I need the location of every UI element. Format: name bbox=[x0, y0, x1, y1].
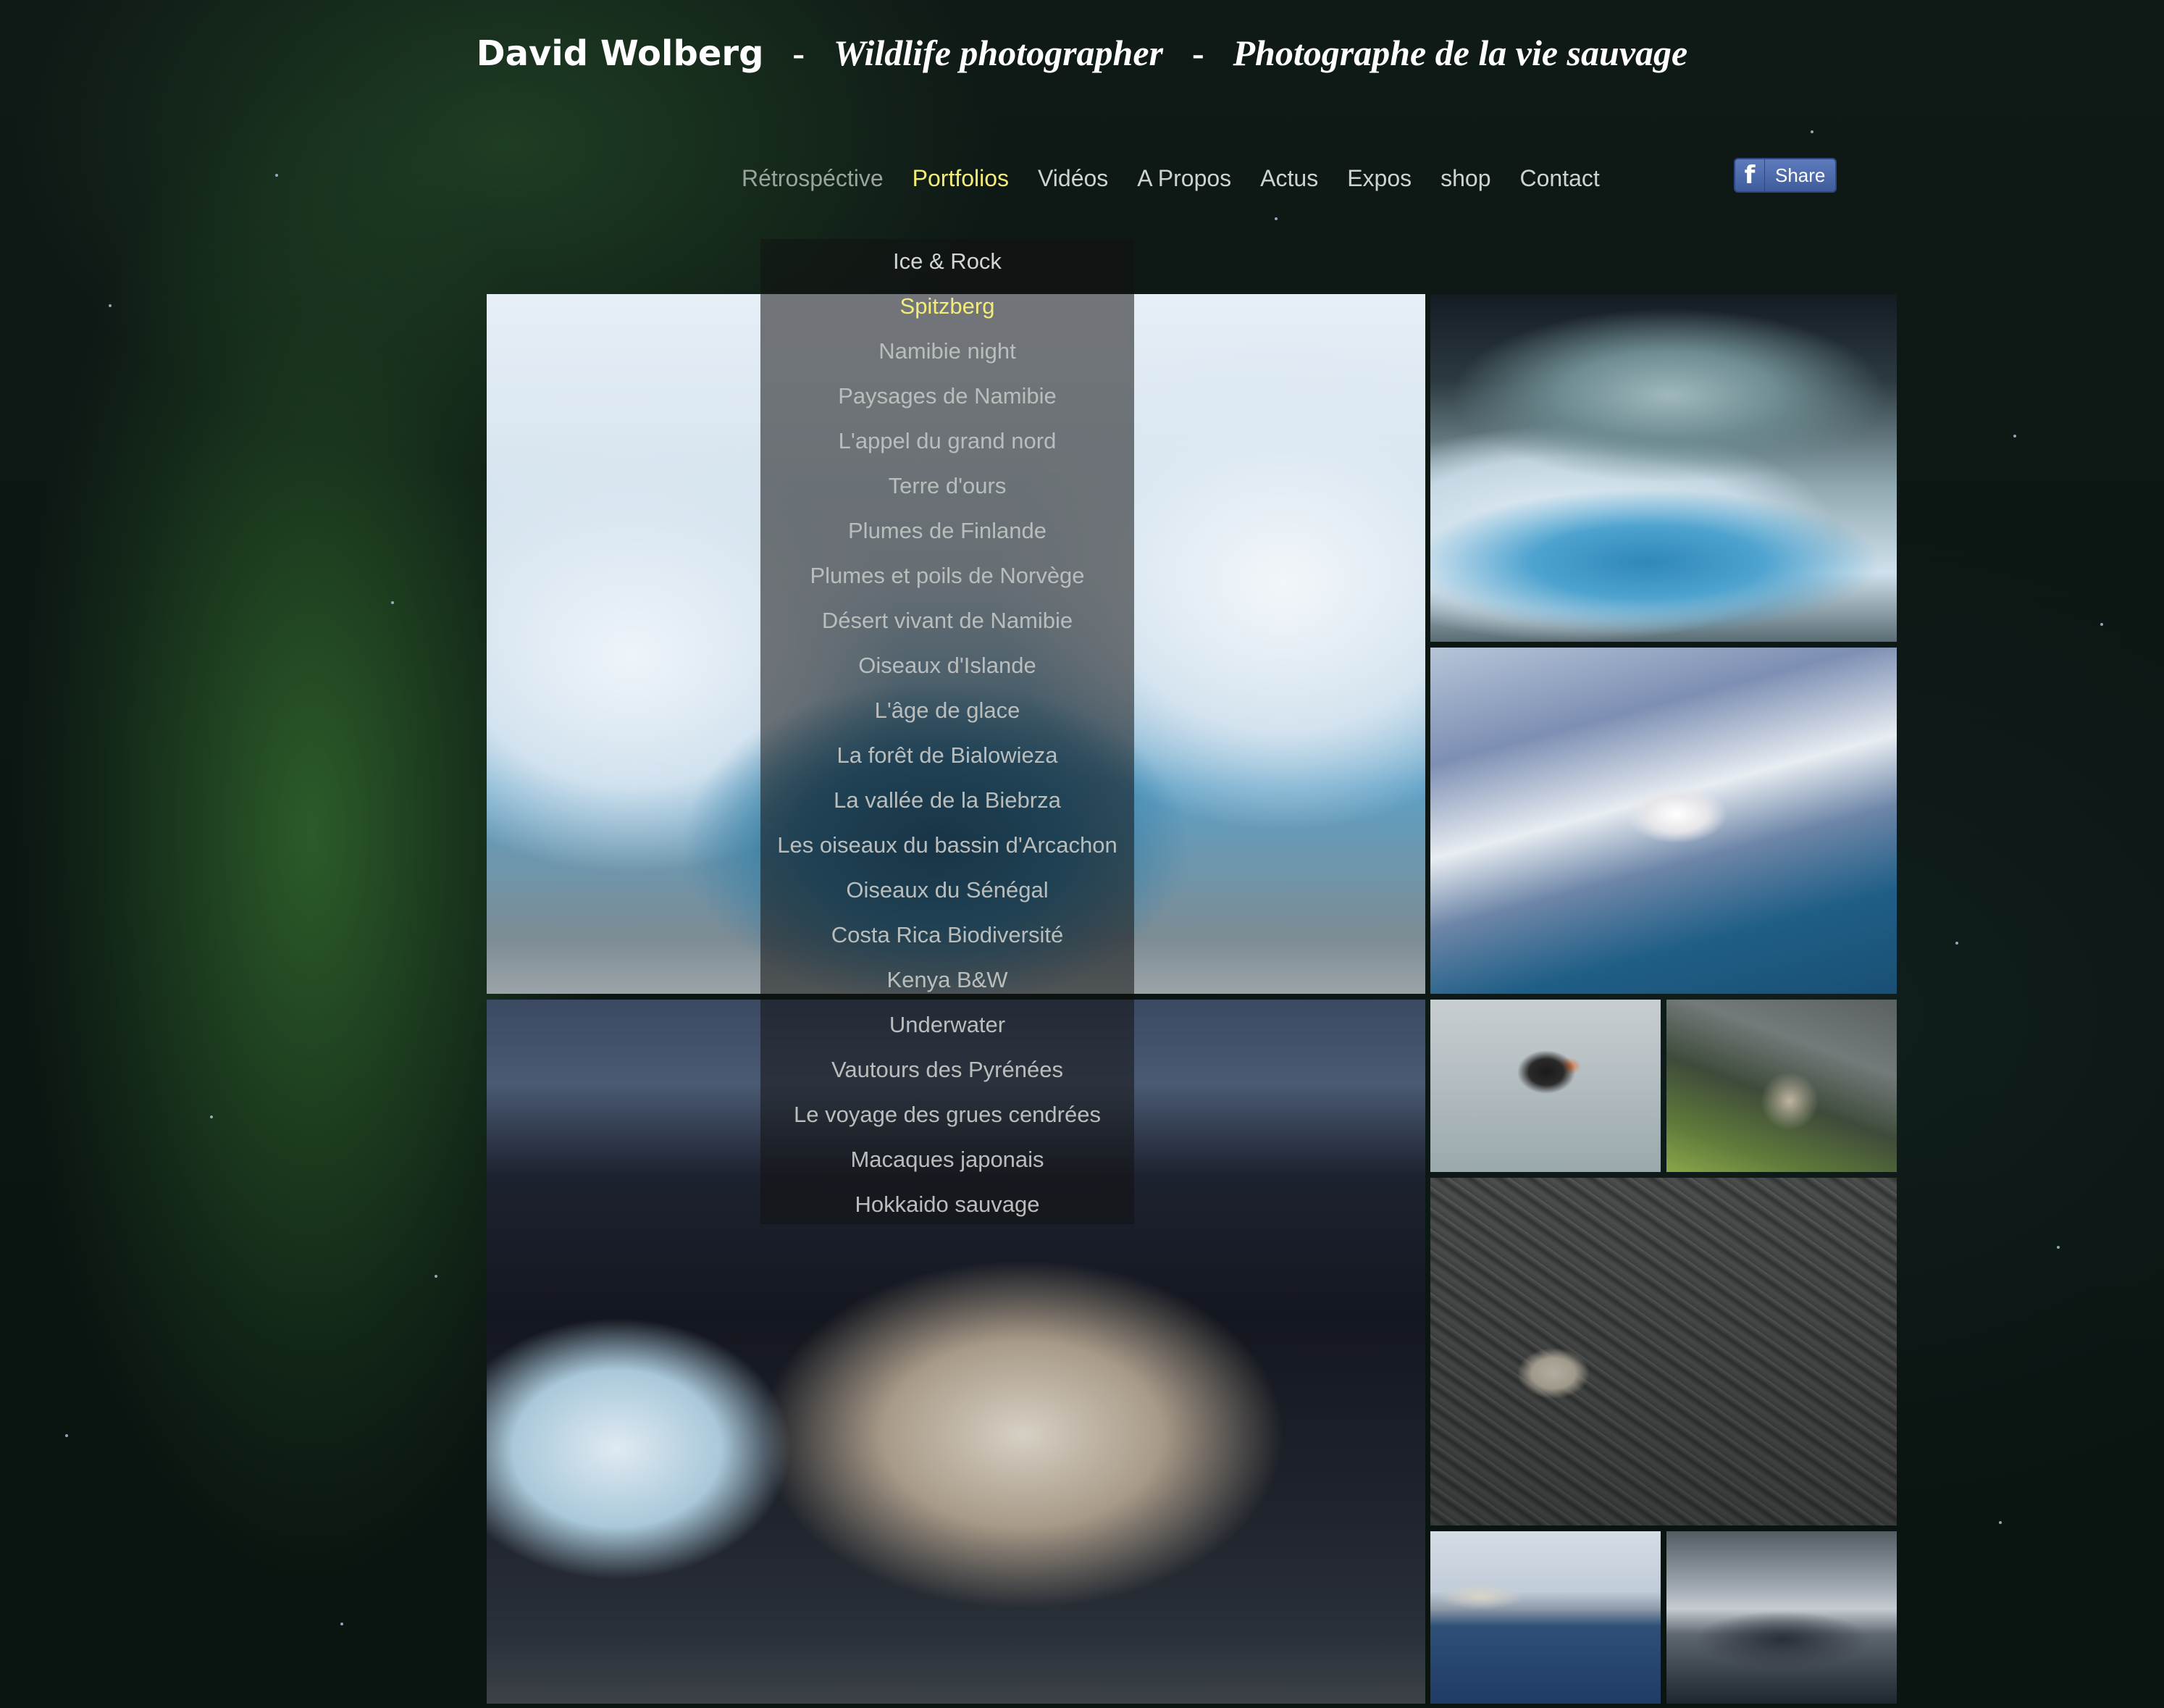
photo-puffin[interactable] bbox=[1430, 1000, 1661, 1172]
nav-item-videos[interactable]: Vidéos bbox=[1023, 165, 1123, 192]
nav-item-retrospective[interactable]: Rétrospéctive bbox=[727, 165, 898, 192]
photo-arctic-fox[interactable] bbox=[1666, 1000, 1897, 1172]
nav-item-expos[interactable]: Expos bbox=[1333, 165, 1426, 192]
menu-item-ice-rock[interactable]: Ice & Rock bbox=[760, 239, 1134, 284]
nav-item-shop[interactable]: shop bbox=[1426, 165, 1505, 192]
photo-polar-bear[interactable] bbox=[1430, 1178, 1897, 1525]
photo-blue-iceberg[interactable] bbox=[1430, 294, 1897, 642]
nav-item-actus[interactable]: Actus bbox=[1246, 165, 1333, 192]
menu-item-terre-ours[interactable]: Terre d'ours bbox=[760, 464, 1134, 508]
facebook-icon: f bbox=[1735, 159, 1765, 191]
menu-item-costa-rica[interactable]: Costa Rica Biodiversité bbox=[760, 913, 1134, 958]
photo-fulmar-flight[interactable] bbox=[1430, 1531, 1661, 1704]
menu-item-oiseaux-arcachon[interactable]: Les oiseaux du bassin d'Arcachon bbox=[760, 823, 1134, 868]
menu-item-hokkaido-sauvage[interactable]: Hokkaido sauvage bbox=[760, 1182, 1134, 1227]
menu-item-namibie-night[interactable]: Namibie night bbox=[760, 329, 1134, 374]
menu-item-oiseaux-senegal[interactable]: Oiseaux du Sénégal bbox=[760, 868, 1134, 913]
menu-item-grues-cendrees[interactable]: Le voyage des grues cendrées bbox=[760, 1092, 1134, 1137]
photographer-name: David Wolberg bbox=[476, 33, 764, 74]
share-label: Share bbox=[1775, 164, 1826, 186]
title-separator: - bbox=[792, 33, 805, 73]
menu-item-kenya-bw[interactable]: Kenya B&W bbox=[760, 958, 1134, 1002]
main-nav: Rétrospéctive Portfolios Vidéos A Propos… bbox=[727, 165, 1614, 192]
menu-item-appel-grand-nord[interactable]: L'appel du grand nord bbox=[760, 419, 1134, 464]
photo-stormy-island[interactable] bbox=[1666, 1531, 1897, 1704]
portfolios-dropdown-menu: Ice & Rock Spitzberg Namibie night Paysa… bbox=[760, 239, 1134, 1224]
menu-item-desert-vivant-namibie[interactable]: Désert vivant de Namibie bbox=[760, 598, 1134, 643]
site-title: David Wolberg - Wildlife photographer - … bbox=[0, 32, 2164, 74]
menu-item-plumes-finlande[interactable]: Plumes de Finlande bbox=[760, 508, 1134, 553]
title-separator: - bbox=[1191, 33, 1204, 73]
menu-item-macaques-japonais[interactable]: Macaques japonais bbox=[760, 1137, 1134, 1182]
facebook-share-button[interactable]: f Share bbox=[1734, 158, 1837, 193]
menu-item-vautours-pyrenees[interactable]: Vautours des Pyrénées bbox=[760, 1047, 1134, 1092]
nav-item-a-propos[interactable]: A Propos bbox=[1123, 165, 1246, 192]
nav-item-contact[interactable]: Contact bbox=[1506, 165, 1614, 192]
photo-arctic-tern[interactable] bbox=[1430, 648, 1897, 994]
menu-item-age-glace[interactable]: L'âge de glace bbox=[760, 688, 1134, 733]
menu-item-spitzberg[interactable]: Spitzberg bbox=[760, 284, 1134, 329]
menu-item-plumes-poils-norvege[interactable]: Plumes et poils de Norvège bbox=[760, 553, 1134, 598]
tagline-english: Wildlife photographer bbox=[833, 33, 1164, 73]
menu-item-paysages-namibie[interactable]: Paysages de Namibie bbox=[760, 374, 1134, 419]
menu-item-underwater[interactable]: Underwater bbox=[760, 1002, 1134, 1047]
menu-item-oiseaux-islande[interactable]: Oiseaux d'Islande bbox=[760, 643, 1134, 688]
menu-item-foret-bialowieza[interactable]: La forêt de Bialowieza bbox=[760, 733, 1134, 778]
menu-item-vallee-biebrza[interactable]: La vallée de la Biebrza bbox=[760, 778, 1134, 823]
tagline-french: Photographe de la vie sauvage bbox=[1233, 33, 1688, 73]
nav-item-portfolios[interactable]: Portfolios bbox=[898, 165, 1023, 192]
